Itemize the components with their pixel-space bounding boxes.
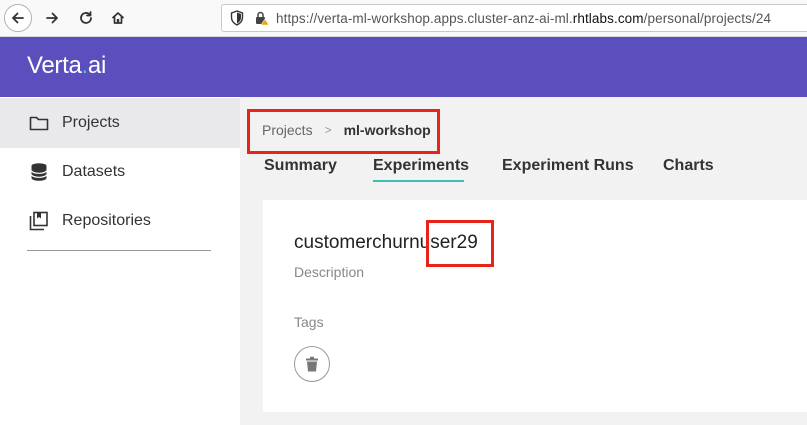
back-button[interactable] <box>4 4 32 32</box>
delete-button[interactable] <box>294 346 330 382</box>
sidebar-item-repositories[interactable]: Repositories <box>0 196 240 246</box>
shield-icon[interactable] <box>230 10 246 26</box>
home-button[interactable] <box>104 4 132 32</box>
repository-icon <box>28 210 50 232</box>
url-text: https://verta-ml-workshop.apps.cluster-a… <box>276 10 772 26</box>
sidebar-item-label: Projects <box>62 114 120 131</box>
app-header: Verta.ai <box>0 37 807 97</box>
sidebar-item-label: Repositories <box>62 212 151 229</box>
database-icon <box>28 161 50 183</box>
arrow-right-icon <box>46 12 58 24</box>
folder-icon <box>28 112 50 134</box>
forward-button[interactable] <box>38 4 66 32</box>
sidebar: Projects Datasets Repositories <box>0 97 240 425</box>
tab-charts[interactable]: Charts <box>663 157 714 175</box>
tab-experiments[interactable]: Experiments <box>373 157 469 175</box>
sidebar-item-projects[interactable]: Projects <box>0 98 240 148</box>
browser-toolbar: https://verta-ml-workshop.apps.cluster-a… <box>0 0 807 37</box>
sidebar-divider <box>27 250 211 251</box>
active-tab-indicator <box>373 180 464 182</box>
arrow-left-icon <box>12 12 24 24</box>
annotation-highlight-box <box>426 220 494 267</box>
reload-button[interactable] <box>72 4 100 32</box>
description-label: Description <box>294 264 365 280</box>
lock-warning-icon[interactable] <box>254 10 270 26</box>
tab-experiment-runs[interactable]: Experiment Runs <box>502 157 634 175</box>
annotation-highlight-box <box>247 109 440 154</box>
sidebar-item-datasets[interactable]: Datasets <box>0 147 240 197</box>
verta-logo[interactable]: Verta.ai <box>27 52 106 80</box>
tags-label: Tags <box>294 314 324 330</box>
tab-summary[interactable]: Summary <box>264 157 337 175</box>
reload-icon <box>80 11 92 24</box>
home-icon <box>111 12 125 24</box>
sidebar-item-label: Datasets <box>62 163 126 180</box>
address-bar[interactable]: https://verta-ml-workshop.apps.cluster-a… <box>221 4 807 32</box>
trash-icon <box>306 356 318 372</box>
